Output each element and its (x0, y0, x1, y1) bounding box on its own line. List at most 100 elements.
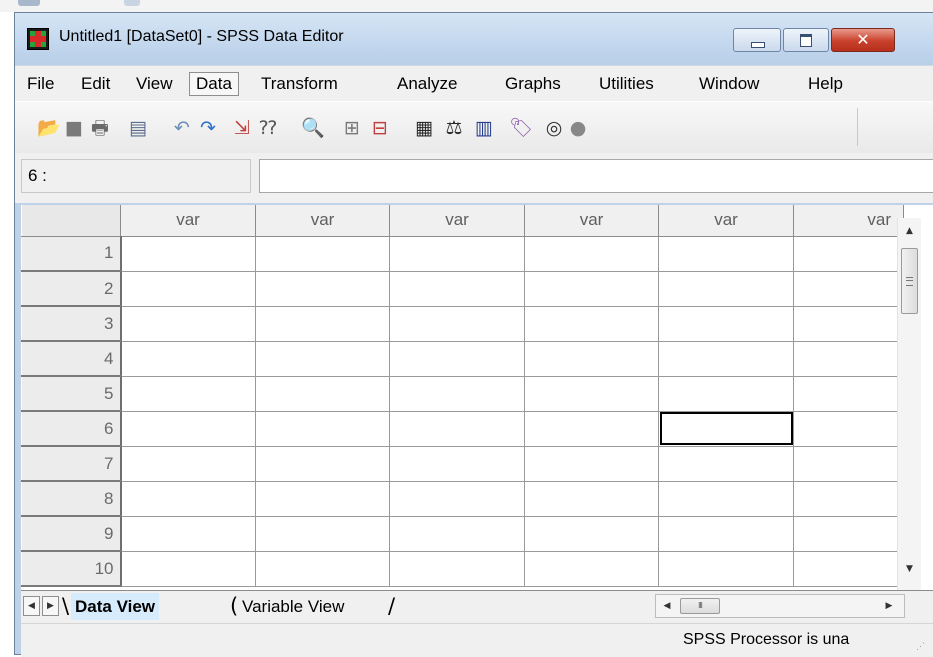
menu-graphs[interactable]: Graphs (499, 72, 567, 96)
data-cell[interactable] (389, 551, 525, 587)
column-header[interactable]: var (793, 205, 904, 237)
vertical-scrollbar[interactable]: ▲ ▼ (897, 218, 921, 590)
data-cell[interactable] (793, 411, 904, 447)
data-cell[interactable] (524, 236, 659, 272)
column-header[interactable]: var (120, 205, 256, 237)
data-cell[interactable] (255, 236, 390, 272)
data-cell[interactable] (524, 341, 659, 377)
data-cell[interactable] (389, 411, 525, 447)
row-header[interactable]: 9 (21, 515, 122, 552)
data-cell[interactable] (120, 306, 256, 342)
insert-cases-icon[interactable]: ⊞ (341, 117, 363, 139)
data-cell[interactable] (793, 551, 904, 587)
data-cell[interactable] (658, 551, 794, 587)
data-cell[interactable] (658, 306, 794, 342)
spss-app-icon[interactable] (27, 28, 49, 50)
menu-analyze[interactable]: Analyze (391, 72, 463, 96)
data-cell[interactable] (255, 411, 390, 447)
dialog-recall-icon[interactable]: ▤ (127, 117, 149, 139)
row-header[interactable]: 10 (21, 550, 122, 587)
data-cell[interactable] (524, 271, 659, 307)
data-cell[interactable] (524, 411, 659, 447)
title-bar[interactable]: Untitled1 [DataSet0] - SPSS Data Editor … (15, 13, 933, 65)
row-header[interactable]: 4 (21, 340, 122, 377)
data-cell[interactable] (793, 236, 904, 272)
data-cell[interactable] (389, 271, 525, 307)
data-cell[interactable] (524, 481, 659, 517)
menu-transform[interactable]: Transform (255, 72, 344, 96)
minimize-button[interactable] (733, 28, 781, 52)
split-file-icon[interactable]: ▦ (413, 117, 435, 139)
print-icon[interactable]: 🖶 (89, 117, 111, 139)
variables-icon[interactable]: ⁇ (257, 117, 279, 139)
data-cell[interactable] (120, 446, 256, 482)
menu-data[interactable]: Data (189, 72, 239, 96)
data-cell[interactable] (255, 446, 390, 482)
data-cell[interactable] (658, 236, 794, 272)
menu-window[interactable]: Window (693, 72, 765, 96)
use-sets-icon[interactable]: ◎ (543, 117, 565, 139)
column-header[interactable]: var (255, 205, 390, 237)
find-icon[interactable]: 🔍 (301, 117, 325, 139)
horizontal-scroll-thumb[interactable]: III (680, 598, 720, 614)
data-cell[interactable] (255, 306, 390, 342)
data-cell[interactable] (255, 341, 390, 377)
grid-corner[interactable] (21, 205, 121, 237)
data-cell[interactable] (389, 306, 525, 342)
row-header[interactable]: 8 (21, 480, 122, 517)
save-icon[interactable]: ■ (63, 117, 85, 139)
data-cell[interactable] (658, 516, 794, 552)
data-cell[interactable] (255, 516, 390, 552)
data-cell[interactable] (524, 446, 659, 482)
data-cell[interactable] (120, 516, 256, 552)
menu-file[interactable]: File (21, 72, 60, 96)
column-header[interactable]: var (389, 205, 525, 237)
data-cell[interactable] (255, 481, 390, 517)
row-header[interactable]: 2 (21, 270, 122, 307)
data-cell[interactable] (793, 516, 904, 552)
data-cell[interactable] (389, 376, 525, 412)
row-header[interactable]: 3 (21, 305, 122, 342)
row-header[interactable]: 5 (21, 375, 122, 412)
data-cell[interactable] (793, 306, 904, 342)
horizontal-scrollbar[interactable]: ◀ III ▶ (655, 594, 905, 618)
data-cell[interactable] (255, 376, 390, 412)
data-cell[interactable] (793, 271, 904, 307)
data-cell[interactable] (524, 551, 659, 587)
data-cell[interactable] (389, 481, 525, 517)
data-cell[interactable] (658, 446, 794, 482)
data-cell[interactable] (389, 446, 525, 482)
tab-prev-icon[interactable]: ◀ (23, 596, 40, 616)
undo-icon[interactable]: ↶ (171, 117, 193, 139)
maximize-button[interactable] (783, 28, 829, 52)
data-cell[interactable] (120, 411, 256, 447)
data-cell[interactable] (120, 236, 256, 272)
cell-value-input[interactable] (259, 159, 933, 193)
data-cell[interactable] (658, 481, 794, 517)
goto-case-icon[interactable]: ⇲ (231, 117, 253, 139)
data-cell[interactable] (120, 376, 256, 412)
scroll-left-arrow-icon[interactable]: ◀ (658, 595, 676, 617)
data-cell[interactable] (524, 516, 659, 552)
weight-cases-icon[interactable]: ⚖ (443, 117, 465, 139)
select-cases-icon[interactable]: ▥ (473, 117, 495, 139)
data-cell[interactable] (389, 341, 525, 377)
scroll-right-arrow-icon[interactable]: ▶ (880, 595, 898, 617)
menu-edit[interactable]: Edit (75, 72, 116, 96)
data-cell[interactable] (255, 551, 390, 587)
data-cell[interactable] (524, 376, 659, 412)
vertical-scroll-thumb[interactable] (901, 248, 918, 314)
resize-grip-icon[interactable]: ⋰ (916, 641, 926, 651)
open-folder-icon[interactable]: 📂 (37, 117, 61, 139)
data-cell[interactable] (524, 306, 659, 342)
menu-view[interactable]: View (130, 72, 179, 96)
data-cell[interactable] (120, 481, 256, 517)
tab-variable-view[interactable]: Variable View (242, 593, 344, 620)
value-labels-icon[interactable]: 🏷 (509, 117, 533, 139)
selected-data-cell[interactable] (658, 411, 794, 447)
data-cell[interactable] (255, 271, 390, 307)
data-cell[interactable] (120, 551, 256, 587)
scroll-down-arrow-icon[interactable]: ▼ (898, 558, 921, 580)
data-cell[interactable] (120, 341, 256, 377)
scroll-up-arrow-icon[interactable]: ▲ (898, 220, 921, 242)
